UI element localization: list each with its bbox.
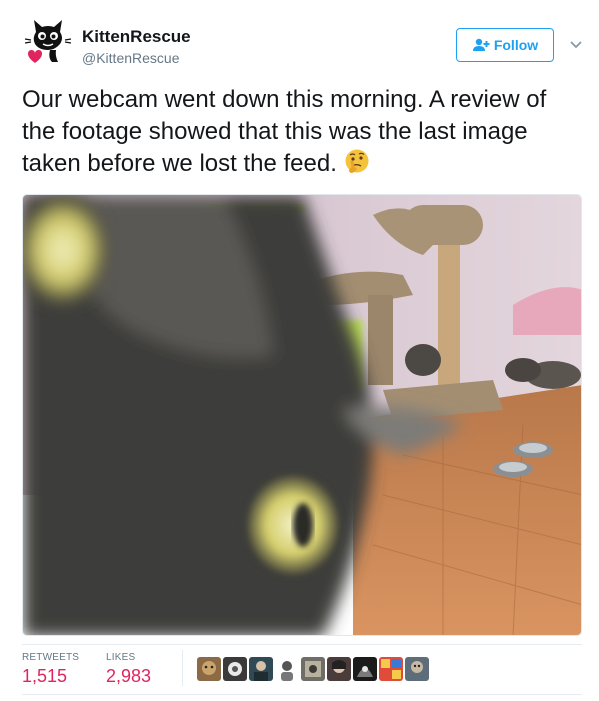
user-handle[interactable]: @KittenRescue (82, 50, 179, 66)
tweet-stats: RETWEETS 1,515 LIKES 2,983 (22, 648, 582, 692)
liker-avatar-1[interactable] (197, 657, 221, 681)
chevron-down-icon[interactable] (568, 36, 584, 52)
liker-avatar-9[interactable] (405, 657, 429, 681)
stats-bottom-divider (22, 694, 582, 695)
blurry-cat-photo (23, 195, 581, 635)
liker-avatar-6[interactable] (327, 657, 351, 681)
liker-avatar-4[interactable] (275, 657, 299, 681)
liker-avatar-8[interactable] (379, 657, 403, 681)
display-name[interactable]: KittenRescue (82, 27, 191, 47)
liker-avatars (197, 657, 429, 681)
retweets-stat[interactable]: RETWEETS 1,515 (22, 652, 79, 687)
tweet-header: KittenRescue @KittenRescue Follow (22, 14, 582, 70)
stats-separator (182, 650, 183, 686)
likes-stat[interactable]: LIKES 2,983 (106, 652, 151, 687)
retweets-label: RETWEETS (22, 652, 80, 663)
follow-button[interactable]: Follow (456, 28, 554, 62)
tweet-photo[interactable] (22, 194, 582, 636)
liker-avatar-5[interactable] (301, 657, 325, 681)
thinking-face-emoji (345, 149, 369, 173)
tweet-body: Our webcam went down this morning. A rev… (22, 86, 547, 177)
avatar[interactable] (22, 14, 72, 64)
tweet-text: Our webcam went down this morning. A rev… (22, 84, 582, 180)
follow-label: Follow (493, 37, 539, 53)
liker-avatar-2[interactable] (223, 657, 247, 681)
likes-label: LIKES (106, 652, 136, 663)
stats-top-divider (22, 644, 582, 645)
add-user-icon (472, 38, 490, 51)
retweets-count: 1,515 (22, 666, 68, 686)
liker-avatar-3[interactable] (249, 657, 273, 681)
liker-avatar-7[interactable] (353, 657, 377, 681)
likes-count: 2,983 (106, 666, 152, 686)
